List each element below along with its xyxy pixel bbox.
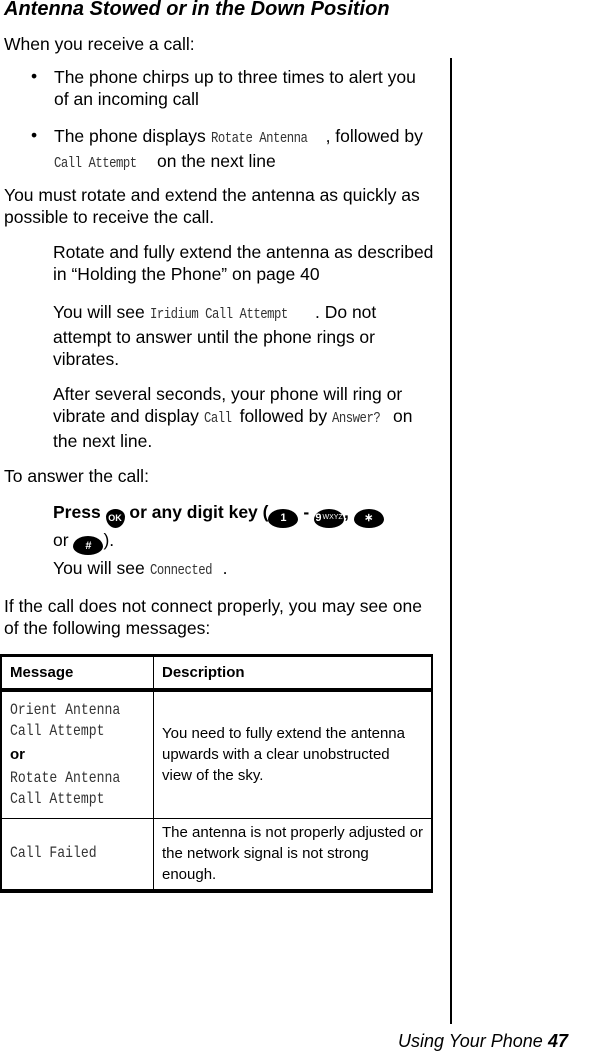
step-you-will-see: You will see Iridium Call Attempt. Do no…	[53, 301, 438, 370]
key-1-icon: 1	[268, 508, 299, 528]
or-label: or	[10, 745, 25, 763]
lcd-text: Call Attempt	[54, 155, 137, 172]
lcd-text: Rotate Antenna	[210, 130, 308, 147]
lcd-text: Connected	[149, 562, 213, 579]
intro-text: When you receive a call:	[4, 34, 195, 54]
section-heading: Antenna Stowed or in the Down Position	[4, 0, 390, 20]
text: ,	[344, 502, 354, 522]
bullet-text: The phone displays Rotate Antenna , follo…	[54, 125, 434, 175]
key-letters: WXYZ	[322, 514, 343, 521]
lcd-text: Answer?	[332, 410, 381, 427]
text: followed by	[234, 406, 332, 426]
bullet-text: The phone chirps up to three times to al…	[54, 67, 416, 109]
key-digit: 9	[315, 512, 322, 524]
description-cell: The antenna is not properly adjusted or …	[153, 817, 433, 892]
press-instruction: Press OK or any digit key (1 - 9 WXYZ, ∗ o…	[53, 500, 438, 555]
star-key-icon: ∗	[353, 508, 384, 528]
page-number: 47	[548, 1031, 569, 1051]
footer-section-title: Using Your Phone	[398, 1031, 543, 1051]
text: on the next line	[152, 151, 276, 171]
lcd-text: Orient Antenna	[10, 700, 121, 719]
message-cell: Orient Antenna Call Attempt or Rotate An…	[0, 689, 154, 819]
text: -	[298, 502, 315, 522]
column-header-message: Message	[0, 655, 154, 692]
step-rotate: Rotate and fully extend the antenna as d…	[53, 242, 434, 284]
lcd-text: Call Attempt	[10, 789, 105, 808]
lcd-text: Call	[203, 410, 232, 427]
text: ).	[103, 529, 115, 550]
table-row: Call Failed The antenna is not properly …	[0, 817, 433, 892]
messages-table: Message Description Orient Antenna Call …	[0, 654, 433, 893]
lcd-text: Call Attempt	[10, 721, 105, 740]
text: , followed by	[325, 126, 423, 146]
lcd-text: Call Failed	[10, 844, 97, 863]
ok-key-icon: OK	[105, 508, 125, 528]
table-header-row: Message Description	[0, 655, 433, 692]
text: You will see	[53, 302, 150, 322]
text: The phone displays	[54, 126, 211, 146]
hash-key-icon: #	[73, 536, 104, 555]
key-9-icon: 9 WXYZ	[314, 508, 345, 528]
bullet-icon: •	[31, 66, 38, 86]
column-header-description: Description	[153, 655, 433, 692]
to-answer-text: To answer the call:	[4, 466, 149, 486]
lcd-text: Iridium Call Attempt	[149, 306, 288, 323]
bullet-icon: •	[31, 125, 38, 145]
message-cell: Call Failed	[0, 817, 154, 892]
lcd-text: Rotate Antenna	[10, 768, 121, 787]
text: .	[222, 558, 228, 578]
text: You will see	[53, 558, 150, 578]
if-not-connect-text: If the call does not connect properly, y…	[4, 596, 422, 638]
text: Press	[53, 502, 106, 522]
text: or any digit key (	[124, 502, 269, 522]
step-after-seconds: After several seconds, your phone will r…	[53, 383, 438, 452]
margin-rule	[450, 58, 452, 1024]
table-row: Orient Antenna Call Attempt or Rotate An…	[0, 689, 433, 819]
description-cell: You need to fully extend the antenna upw…	[153, 689, 433, 819]
connected-text: You will see Connected.	[53, 557, 438, 582]
text: or	[53, 529, 74, 550]
must-rotate-text: You must rotate and extend the antenna a…	[4, 185, 420, 227]
